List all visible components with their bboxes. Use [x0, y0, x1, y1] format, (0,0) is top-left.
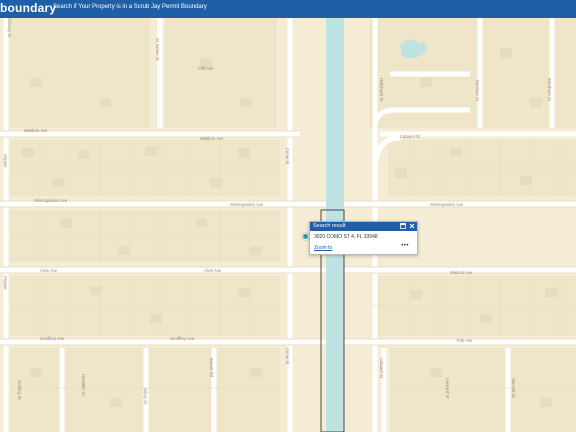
street-label: Hopper	[3, 154, 8, 168]
street-label: Sennett St	[511, 378, 516, 398]
street-label: Gulding St	[17, 380, 22, 400]
street-label: Hopper	[3, 276, 8, 290]
street-label: Wintergarden Ave	[34, 198, 68, 203]
street-label: Watson Ave	[450, 270, 473, 275]
app-title: boundary	[0, 1, 57, 15]
map-canvas[interactable]: Cliff Ave Waldrun Ave Waldrun Ave Winter…	[0, 18, 576, 432]
street-label: Cabaret St	[400, 134, 421, 139]
street-label: Wintergarden Ave	[430, 202, 464, 207]
street-label: Geoffrey Ave	[40, 336, 65, 341]
street-label: Cliff Ave	[198, 66, 214, 71]
search-result-popup: Search result 3020 COMO ST 4, FL 33948 Z…	[309, 221, 418, 255]
street-label: Alvin Ave	[40, 268, 58, 273]
street-label: York Ave	[456, 338, 473, 343]
street-label: Wintergarden Ave	[230, 202, 264, 207]
street-label: Windham St	[547, 78, 552, 102]
street-label: Como St	[285, 348, 290, 365]
map-blocks	[10, 18, 576, 432]
map-view[interactable]: Cliff Ave Waldrun Ave Waldrun Ave Winter…	[0, 18, 576, 432]
close-icon[interactable]	[409, 223, 415, 229]
street-label: Hamilton St	[81, 374, 86, 396]
more-options-button[interactable]: •••	[401, 243, 409, 249]
street-label: Waldrun Ave	[24, 128, 48, 133]
location-pin-icon[interactable]	[302, 233, 309, 240]
dock-icon[interactable]	[400, 223, 406, 229]
street-label: Como St	[285, 148, 290, 165]
app-subtitle: Search if Your Property is in a Scrub Ja…	[53, 4, 207, 10]
street-label: Barrett Rd	[209, 358, 214, 378]
street-label: Gilroy St	[143, 388, 148, 405]
street-label: St James St	[155, 38, 160, 61]
street-label: Cabaret St	[379, 358, 384, 379]
street-label: Waldrun Ave	[200, 136, 224, 141]
app-header: boundary Search if Your Property is in a…	[0, 0, 576, 18]
street-label: Alvin Ave	[204, 268, 222, 273]
popup-title: Search result	[313, 223, 346, 229]
street-label: Chicory St	[7, 18, 12, 38]
street-label: Hollyhock St	[379, 78, 384, 102]
street-label: Lanyard St	[445, 378, 450, 399]
popup-address: 3020 COMO ST 4, FL 33948	[314, 234, 378, 240]
popup-header: Search result	[310, 222, 417, 231]
zoom-to-link[interactable]: Zoom to	[314, 245, 332, 251]
street-label: Geoffrey Ave	[170, 336, 195, 341]
street-label: Harrison St	[475, 80, 480, 102]
